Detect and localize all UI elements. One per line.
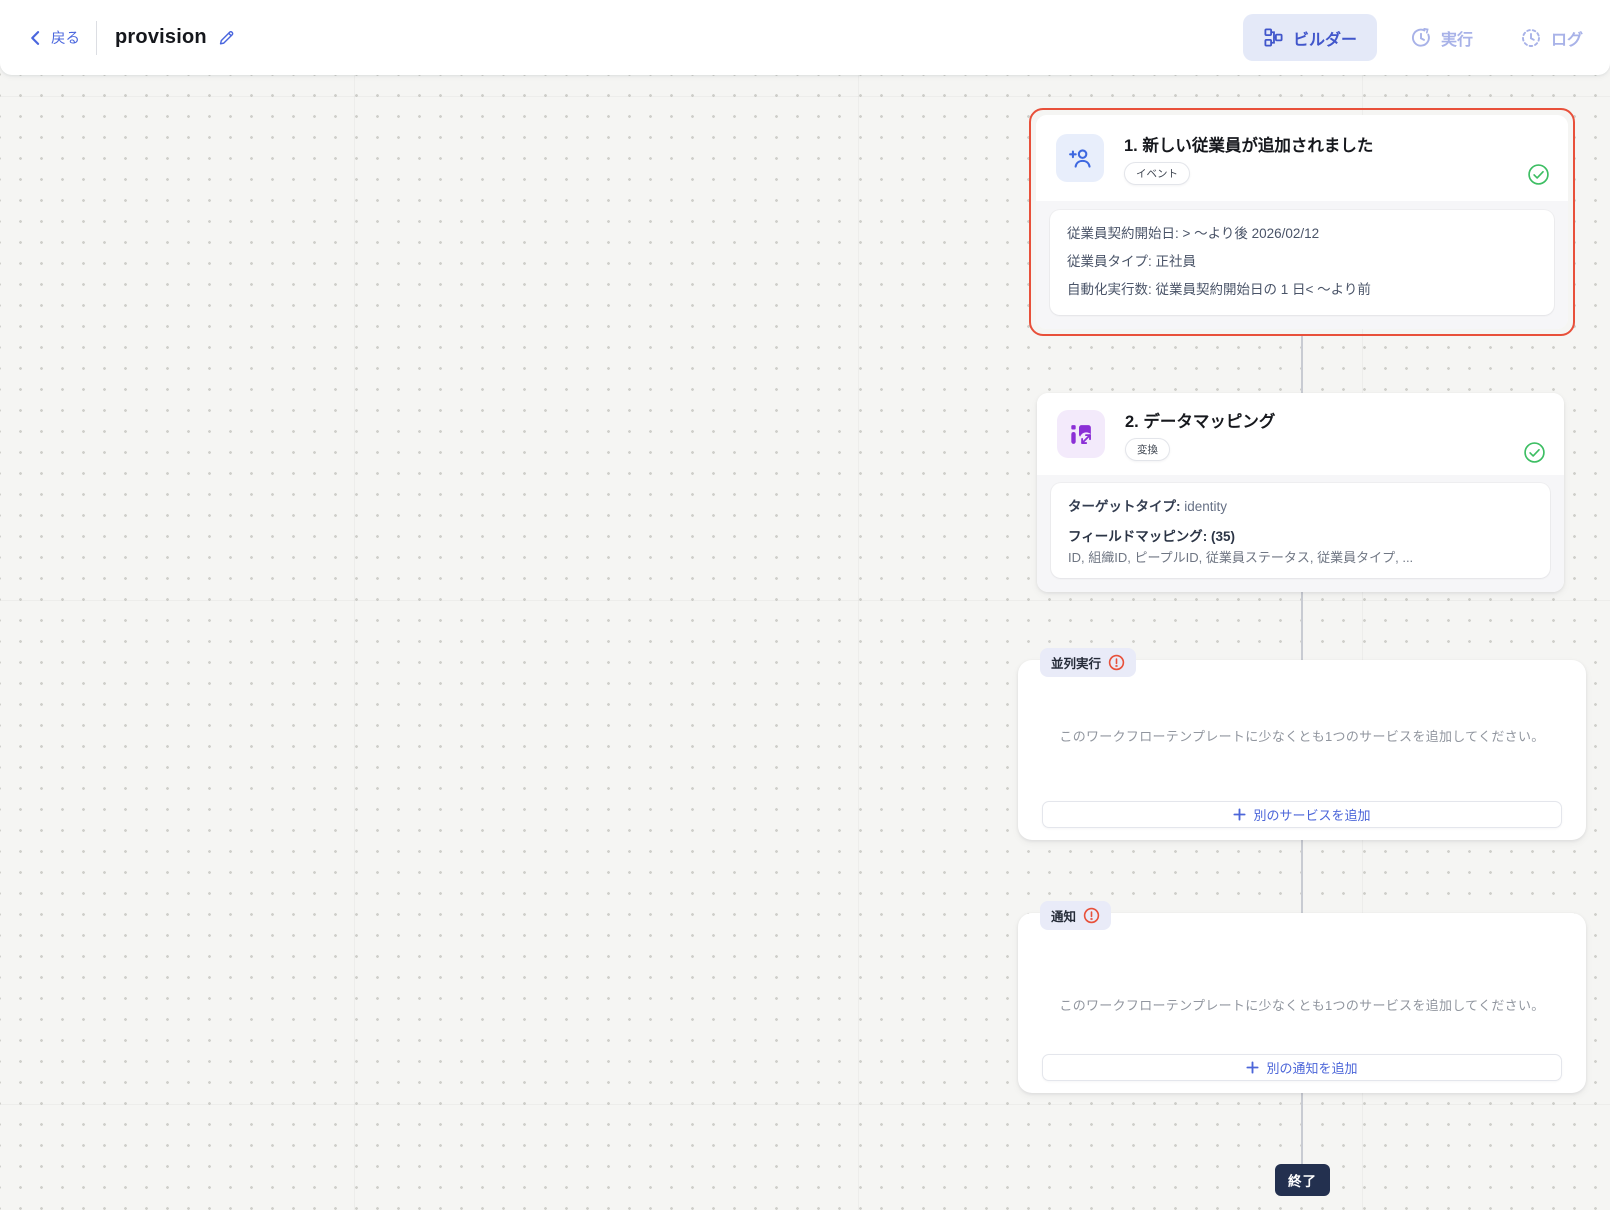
field-mapping-label: フィールドマッピング: (35) — [1068, 529, 1235, 544]
top-bar-tabs: ビルダー 実行 ログ — [1242, 14, 1583, 61]
builder-flow-icon — [1264, 28, 1283, 47]
step-card-event[interactable]: 1. 新しい従業員が追加されました イベント 従業員契約開始日: > 〜より後 … — [1036, 115, 1568, 329]
notification-tag-label: 通知 — [1051, 910, 1077, 924]
edit-title-button[interactable] — [217, 28, 236, 47]
empty-state-message: このワークフローテンプレートに少なくとも1つのサービスを追加してください。 — [1059, 998, 1545, 1013]
step-mapping-type-badge: 変換 — [1125, 437, 1170, 461]
empty-state-message: このワークフローテンプレートに少なくとも1つのサービスを追加してください。 — [1059, 729, 1545, 744]
header-divider — [96, 20, 97, 55]
top-bar: 戻る provision ビルダー 実行 ログ — [0, 0, 1610, 75]
warning-icon — [1108, 654, 1125, 671]
step-mapping-summary: ターゲットタイプ: identity フィールドマッピング: (35) ID, … — [1051, 483, 1550, 578]
pencil-icon — [219, 31, 234, 45]
logs-clock-icon — [1522, 28, 1540, 47]
tab-builder-label: ビルダー — [1292, 31, 1357, 49]
step-mapping-title: 2. データマッピング — [1125, 412, 1276, 431]
step-mapping-body: ターゲットタイプ: identity フィールドマッピング: (35) ID, … — [1037, 475, 1564, 592]
target-type-line: ターゲットタイプ: identity — [1068, 496, 1533, 518]
connector-line — [1301, 592, 1303, 660]
notification-tag: 通知 — [1040, 901, 1112, 930]
step-mapping-texts: 2. データマッピング 変換 — [1125, 408, 1275, 461]
step-event-texts: 1. 新しい従業員が追加されました イベント — [1124, 132, 1373, 185]
step-event-selection-border: 1. 新しい従業員が追加されました イベント 従業員契約開始日: > 〜より後 … — [1029, 108, 1575, 336]
workflow-builder-screen: 戻る provision ビルダー 実行 ログ 1. 新しい従業員が追加されまし… — [0, 0, 1610, 1210]
group-card-parallel[interactable]: 並列実行 このワークフローテンプレートに少なくとも1つのサービスを追加してくださ… — [1018, 648, 1586, 840]
data-mapping-icon — [1057, 410, 1105, 458]
plus-icon — [1233, 808, 1247, 821]
tab-run[interactable]: 実行 — [1410, 26, 1473, 50]
tab-logs-label: ログ — [1550, 31, 1583, 49]
step-event-type-badge: イベント — [1124, 161, 1190, 185]
warning-icon — [1083, 907, 1100, 924]
target-type-value: identity — [1184, 499, 1228, 514]
parallel-tag: 並列実行 — [1040, 648, 1137, 677]
condition-line: 従業員契約開始日: > 〜より後 2026/02/12 — [1067, 226, 1320, 241]
plus-icon — [1246, 1061, 1260, 1074]
run-clock-icon — [1411, 27, 1430, 47]
step-card-mapping[interactable]: 2. データマッピング 変換 ターゲットタイプ: identity フィールドマ… — [1037, 393, 1564, 592]
tab-run-label: 実行 — [1440, 31, 1473, 49]
add-service-label: 別のサービスを追加 — [1253, 808, 1371, 823]
add-notification-button[interactable]: 別の通知を追加 — [1042, 1054, 1562, 1081]
target-type-label: ターゲットタイプ: — [1068, 499, 1181, 514]
person-add-icon — [1056, 134, 1104, 182]
condition-line: 自動化実行数: 従業員契約開始日の 1 日< 〜より前 — [1067, 282, 1371, 297]
step-event-title: 1. 新しい従業員が追加されました — [1124, 136, 1374, 155]
add-service-button[interactable]: 別のサービスを追加 — [1042, 801, 1562, 828]
success-check-icon — [1527, 163, 1550, 191]
tab-builder[interactable]: ビルダー — [1242, 14, 1377, 61]
step-event-body: 従業員契約開始日: > 〜より後 2026/02/12 従業員タイプ: 正社員 … — [1036, 201, 1568, 329]
end-badge: 終了 — [1275, 1164, 1330, 1196]
condition-line: 従業員タイプ: 正社員 — [1067, 254, 1197, 269]
step-event-header: 1. 新しい従業員が追加されました イベント — [1036, 115, 1568, 201]
field-mapping-preview: ID, 組織ID, ピープルID, 従業員ステータス, 従業員タイプ, ... — [1068, 550, 1414, 565]
connector-line — [1301, 840, 1303, 913]
success-check-icon — [1523, 441, 1546, 469]
group-card-notification[interactable]: 通知 このワークフローテンプレートに少なくとも1つのサービスを追加してください。… — [1018, 901, 1586, 1093]
page-title: provision — [115, 26, 207, 48]
back-chevron-icon — [31, 30, 40, 45]
tab-logs[interactable]: ログ — [1520, 26, 1583, 50]
connector-line — [1301, 1093, 1303, 1165]
connector-line — [1301, 336, 1303, 393]
top-bar-left: 戻る provision — [26, 20, 236, 55]
add-notification-label: 別の通知を追加 — [1266, 1061, 1358, 1076]
step-event-conditions: 従業員契約開始日: > 〜より後 2026/02/12 従業員タイプ: 正社員 … — [1050, 210, 1554, 315]
back-button[interactable]: 戻る — [26, 27, 80, 48]
parallel-tag-label: 並列実行 — [1051, 657, 1102, 671]
step-mapping-header: 2. データマッピング 変換 — [1037, 393, 1564, 475]
back-label: 戻る — [51, 31, 80, 47]
